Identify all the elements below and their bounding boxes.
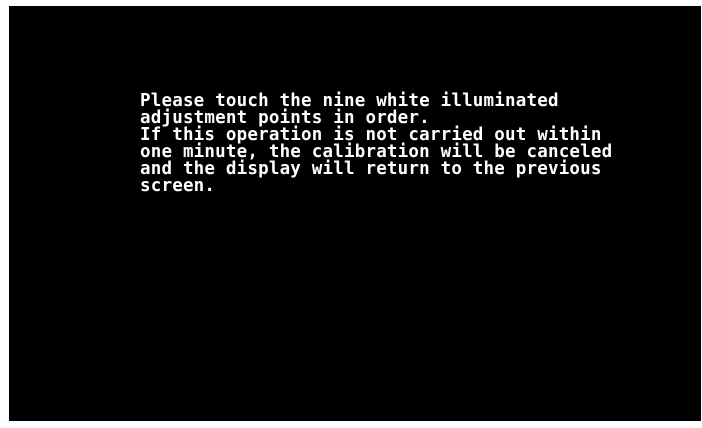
calibration-screen[interactable]: Please touch the nine white illuminated … <box>9 6 701 421</box>
instruction-line: and the display will return to the previ… <box>140 159 602 179</box>
instruction-line: screen. <box>140 176 216 196</box>
calibration-instructions: Please touch the nine white illuminated … <box>140 92 700 196</box>
